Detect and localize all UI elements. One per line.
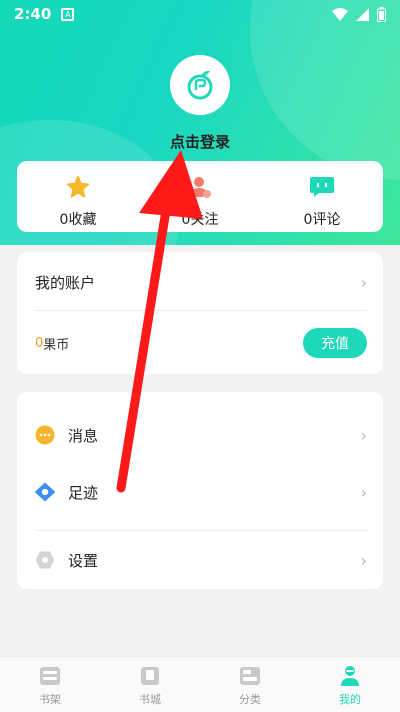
message-dots-icon [35, 425, 55, 445]
stat-comments[interactable]: 0评论 [261, 161, 383, 232]
tab-bookshelf-label: 书架 [39, 693, 61, 706]
stat-favorites[interactable]: 0收藏 [17, 161, 139, 232]
account-card: 我的账户 › 0 果币 充值 [17, 252, 383, 374]
tab-profile[interactable]: 我的 [300, 657, 400, 712]
app-logo-icon [187, 70, 213, 100]
comment-icon [309, 174, 335, 200]
category-icon [239, 665, 261, 687]
chevron-right-icon: › [360, 425, 367, 445]
avatar[interactable] [170, 55, 230, 115]
divider [35, 530, 367, 531]
stat-following[interactable]: 0关注 [139, 161, 261, 232]
menu-item-footprints[interactable]: 足迹 › [35, 481, 367, 503]
status-bar: 2:40 A [0, 0, 400, 28]
wifi-icon [332, 7, 348, 21]
bookshelf-icon [39, 665, 61, 687]
settings-label: 设置 [68, 551, 99, 570]
login-prompt[interactable]: 点击登录 [0, 131, 400, 152]
follow-person-icon [187, 174, 213, 200]
menu-card: 消息 › 足迹 › 设置 › [17, 392, 383, 589]
messages-label: 消息 [68, 426, 99, 445]
favorites-label: 收藏 [68, 212, 97, 228]
tab-category-label: 分类 [239, 693, 261, 706]
tab-bookstore-label: 书城 [139, 693, 161, 706]
signal-icon [356, 7, 369, 21]
menu-item-messages[interactable]: 消息 › [35, 424, 367, 446]
chevron-right-icon: › [360, 482, 367, 502]
coin-row: 0 果币 充值 [35, 328, 367, 358]
battery-icon [377, 6, 386, 22]
divider [35, 310, 367, 311]
footprints-label: 足迹 [68, 483, 99, 502]
status-time: 2:40 [14, 5, 52, 23]
tab-bookstore[interactable]: 书城 [100, 657, 200, 712]
following-label: 关注 [190, 212, 219, 228]
star-icon [65, 174, 91, 200]
notification-a-icon: A [61, 7, 75, 21]
recharge-button[interactable]: 充值 [303, 328, 367, 358]
my-account-row[interactable]: 我的账户 › [35, 271, 367, 293]
my-account-title: 我的账户 [35, 273, 96, 292]
profile-icon [339, 665, 361, 687]
stats-card: 0收藏 0关注 0评论 [17, 161, 383, 232]
chevron-right-icon: › [360, 550, 367, 570]
footprint-icon [35, 482, 55, 502]
status-icons [332, 6, 386, 22]
settings-hexagon-icon [35, 550, 55, 570]
coin-count: 0 [35, 335, 44, 351]
menu-item-settings[interactable]: 设置 › [35, 549, 367, 571]
comments-label: 评论 [312, 212, 341, 228]
bookstore-icon [139, 665, 161, 687]
bottom-tab-bar: 书架 书城 分类 我的 [0, 656, 400, 712]
coin-label: 果币 [43, 337, 70, 353]
tab-profile-label: 我的 [339, 693, 361, 706]
chevron-right-icon: › [360, 272, 367, 292]
tab-category[interactable]: 分类 [200, 657, 300, 712]
tab-bookshelf[interactable]: 书架 [0, 657, 100, 712]
